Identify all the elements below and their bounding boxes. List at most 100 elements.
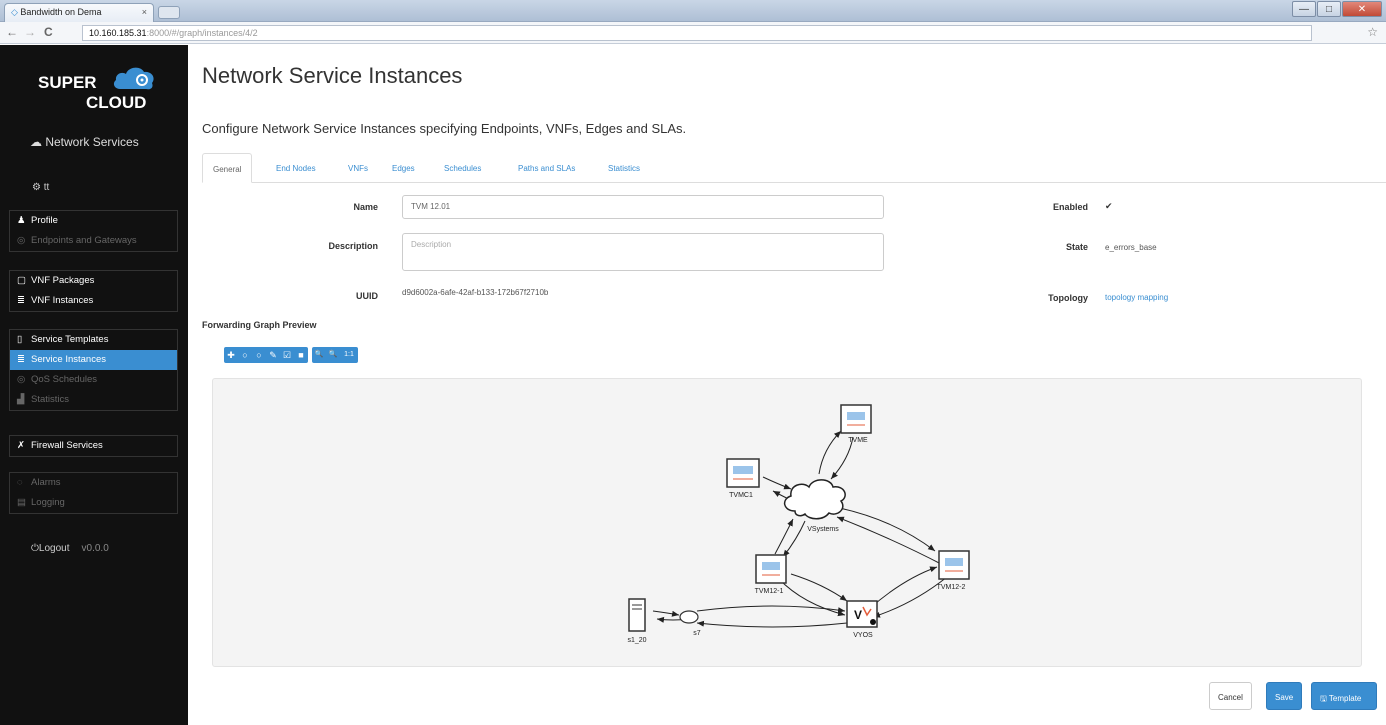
graph-edges (652, 430, 948, 628)
zoom-in-icon[interactable]: 🔍 (312, 347, 326, 363)
graph-node-tvm12-1[interactable]: TVM12-1 (755, 554, 787, 595)
minimize-button[interactable]: — (1292, 1, 1316, 17)
tab-general[interactable]: General (202, 153, 253, 183)
url-field[interactable]: 10.160.185.31:8000/#/graph/instances/4/2 (82, 25, 1312, 41)
tab-statistics[interactable]: Statistics (598, 153, 650, 183)
tab-bar: General End Nodes VNFs Edges Schedules P… (202, 153, 1386, 183)
menu-group-monitoring: ◌ Alarms ▤ Logging (9, 472, 178, 514)
graph-edit-group: ✚ ○ ○ ✎ ☑ ■ (224, 347, 308, 363)
template-button[interactable]: 🖫 Template (1311, 682, 1377, 710)
graph-node-tvme[interactable]: TVME (840, 404, 872, 444)
topology-label: Topology (1048, 293, 1088, 303)
edit-icon[interactable]: ✎ (266, 347, 280, 363)
uuid-value: d9d6002a-6afe-42af-b133-172b67f2710b (402, 288, 549, 297)
svg-text:V: V (854, 608, 862, 622)
sidebar-item-statistics[interactable]: ▟ Statistics (10, 390, 177, 410)
node-label-cloud: VSystems (807, 526, 839, 533)
graph-node-s1-20[interactable]: s1_20 (627, 598, 647, 644)
select-icon[interactable]: ☑ (280, 347, 294, 363)
sidebar-item-profile[interactable]: ♟ Profile (10, 211, 177, 231)
graph-toolbar: ✚ ○ ○ ✎ ☑ ■ 🔍 🔍 1:1 (224, 347, 358, 363)
menu-group-services: ▯ Service Templates ≣ Service Instances ◎ Q… (9, 329, 178, 411)
uuid-label: UUID (356, 291, 378, 301)
main-content: Network Service Instances Configure Netw… (188, 45, 1386, 725)
zoom-out-icon[interactable]: 🔍 (326, 347, 340, 363)
sidebar-item-firewall[interactable]: ✗ Firewall Services (10, 436, 177, 456)
node-label-vyos: VYOS (853, 632, 873, 639)
sidebar-item-qos-schedules[interactable]: ◎ QoS Schedules (10, 370, 177, 390)
new-tab-button[interactable] (158, 6, 180, 19)
forwarding-graph-canvas[interactable]: TVME TVMC1 VSystems TVM12-1 TVM12-2 V VY… (212, 378, 1362, 667)
node-label-tvm12-2: TVM12-2 (937, 584, 966, 591)
sidebar-item-vnf-instances[interactable]: ≣ VNF Instances (10, 291, 177, 311)
topology-mapping-link[interactable]: topology mapping (1105, 293, 1168, 302)
logout-link[interactable]: ⏻Logout v0.0.0 (31, 543, 109, 554)
tab-vnfs[interactable]: VNFs (338, 153, 378, 183)
cancel-button[interactable]: Cancel (1209, 682, 1252, 710)
logging-icon: ▤ (17, 497, 26, 508)
bookmark-star-icon[interactable]: ☆ (1367, 25, 1378, 39)
sidebar-item-service-templates[interactable]: ▯ Service Templates (10, 330, 177, 350)
menu-group-profile: ♟ Profile ◎ Endpoints and Gateways (9, 210, 178, 252)
node-label-tvmc: TVMC1 (729, 492, 753, 499)
bar-chart-icon: ▟ (17, 394, 25, 405)
enabled-checkbox[interactable]: ✔ (1105, 201, 1113, 212)
browser-tab[interactable]: ◇ Bandwidth on Dema × (4, 3, 154, 22)
page-title: Network Service Instances (202, 63, 463, 88)
node-label-s7: s7 (693, 630, 701, 637)
tab-edges[interactable]: Edges (382, 153, 425, 183)
forwarding-graph-heading: Forwarding Graph Preview (202, 320, 317, 330)
menu-group-firewall: ✗ Firewall Services (9, 435, 178, 457)
sidebar-item-endpoints[interactable]: ◎ Endpoints and Gateways (10, 231, 177, 251)
node-label-tvme: TVME (848, 437, 868, 444)
schedule-icon: ◎ (17, 374, 26, 385)
graph-node-tvmc[interactable]: TVMC1 (726, 458, 760, 499)
sidebar-item-alarms[interactable]: ◌ Alarms (10, 473, 177, 493)
tab-favicon-icon: ◇ (11, 7, 21, 17)
tab-end-nodes[interactable]: End Nodes (266, 153, 326, 183)
node-label-tvm12-1: TVM12-1 (755, 588, 784, 595)
graph-node-tvm12-2[interactable]: TVM12-2 (937, 550, 970, 591)
enabled-label: Enabled (1052, 202, 1088, 212)
sidebar: SUPER CLOUD ☁ Network Services ⚙ tt ♟ Pro… (0, 45, 188, 725)
url-path: :8000/#/graph/instances/4/2 (146, 28, 258, 38)
firewall-icon: ✗ (17, 440, 25, 451)
close-window-button[interactable]: ✕ (1342, 1, 1382, 17)
graph-node-cloud[interactable]: VSystems (783, 479, 846, 533)
description-field[interactable]: Description (402, 233, 884, 271)
logo-text-super: SUPER (38, 73, 97, 92)
alarm-icon: ◌ (17, 477, 23, 488)
package-icon: ▢ (17, 275, 26, 286)
node-label-s1-20: s1_20 (627, 637, 646, 644)
tab-paths-slas[interactable]: Paths and SLAs (508, 153, 585, 183)
name-field[interactable]: TVM 12.01 (402, 195, 884, 219)
reload-icon[interactable]: C (44, 25, 53, 39)
add-node-icon[interactable]: ✚ (224, 347, 238, 363)
add-edge-icon[interactable]: ○ (238, 347, 252, 363)
connect-icon[interactable]: ○ (252, 347, 266, 363)
state-value: e_errors_base (1105, 243, 1157, 252)
sidebar-item-service-instances[interactable]: ≣ Service Instances (10, 350, 177, 370)
graph-node-vyos[interactable]: V VYOS (846, 600, 878, 639)
tab-title: Bandwidth on Dema (20, 7, 102, 17)
graph-node-s7[interactable]: s7 (679, 610, 701, 637)
tab-schedules[interactable]: Schedules (434, 153, 491, 183)
sidebar-item-logging[interactable]: ▤ Logging (10, 493, 177, 513)
tab-close-icon[interactable]: × (142, 7, 147, 17)
save-button[interactable]: Save (1266, 682, 1303, 710)
back-icon[interactable]: ← (6, 25, 18, 39)
user-gear-icon: ⚙ (32, 182, 44, 193)
description-label: Description (328, 241, 378, 251)
zoom-reset-button[interactable]: 1:1 (340, 347, 358, 363)
maximize-button[interactable]: □ (1317, 1, 1341, 17)
forward-icon[interactable]: → (24, 25, 36, 39)
sidebar-title[interactable]: ☁ Network Services (30, 135, 139, 149)
description-placeholder: Description (411, 240, 452, 249)
sidebar-item-vnf-packages[interactable]: ▢ VNF Packages (10, 271, 177, 291)
sidebar-user[interactable]: ⚙ tt (32, 182, 49, 193)
graph-svg: TVME TVMC1 VSystems TVM12-1 TVM12-2 V VY… (627, 404, 970, 644)
list-icon: ≣ (17, 354, 25, 365)
delete-icon[interactable]: ■ (294, 347, 308, 363)
version-label: v0.0.0 (81, 543, 109, 554)
name-label: Name (353, 202, 378, 212)
